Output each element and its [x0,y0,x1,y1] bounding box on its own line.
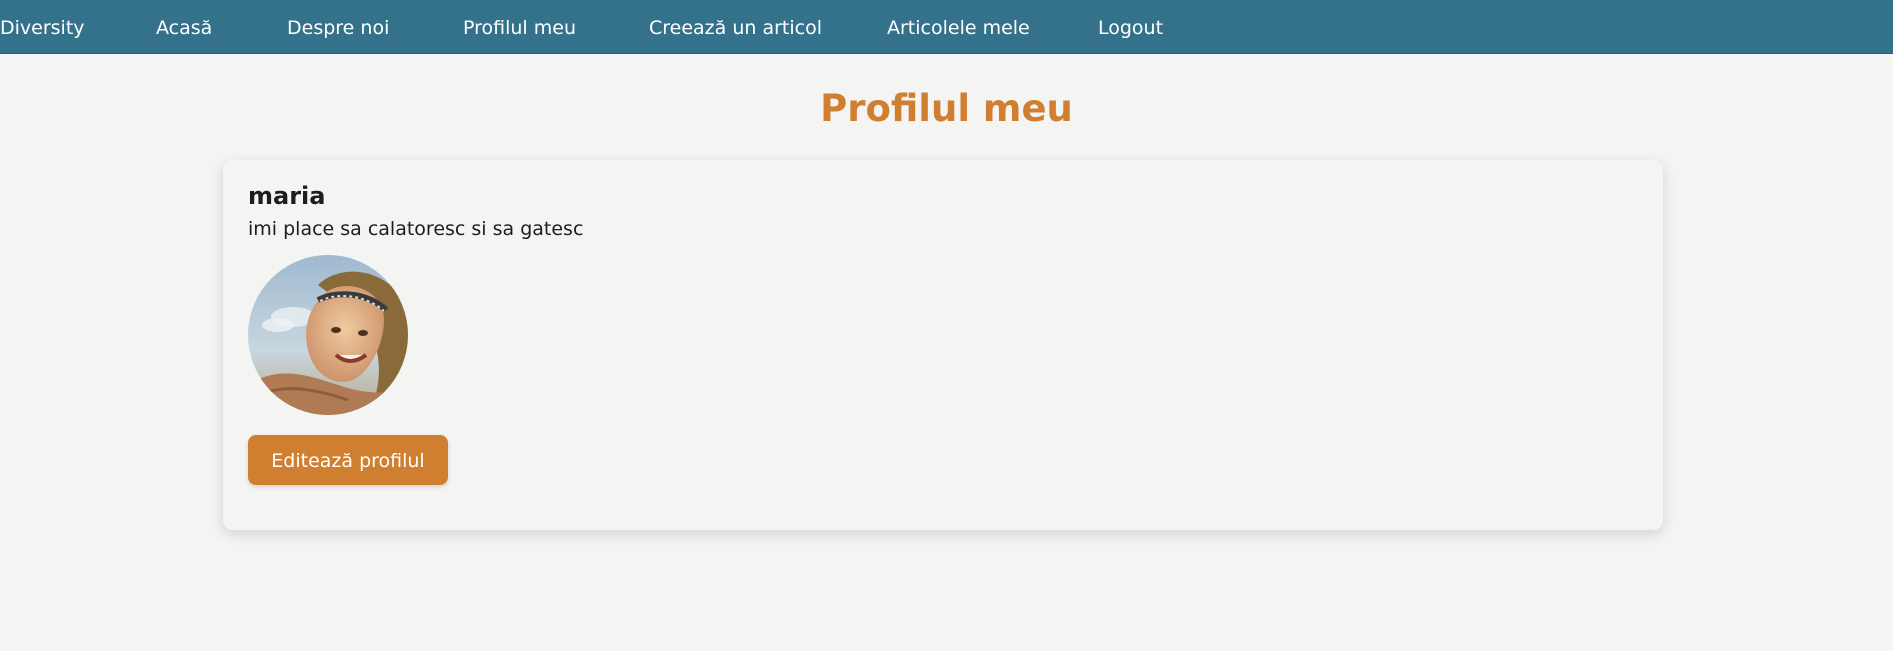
profile-card: maria imi place sa calatoresc si sa gate… [223,160,1663,530]
nav-item-despre-noi[interactable]: Despre noi [287,0,389,54]
nav-item-articolele-mele[interactable]: Articolele mele [887,0,1030,54]
profile-username: maria [248,182,326,210]
profile-avatar [248,255,408,415]
nav-item-profilul-meu[interactable]: Profilul meu [463,0,576,54]
profile-bio: imi place sa calatoresc si sa gatesc [248,218,584,240]
nav-item-logout[interactable]: Logout [1098,0,1163,54]
top-navbar: Diversity Acasă Despre noi Profilul meu … [0,0,1893,54]
nav-item-creeaza-articol[interactable]: Creează un articol [649,0,822,54]
nav-brand-diversity[interactable]: Diversity [0,0,85,54]
edit-profile-button[interactable]: Editează profilul [248,435,448,485]
profile-photo-icon [248,255,408,415]
nav-item-acasa[interactable]: Acasă [156,0,212,54]
page-title: Profilul meu [820,87,1073,130]
